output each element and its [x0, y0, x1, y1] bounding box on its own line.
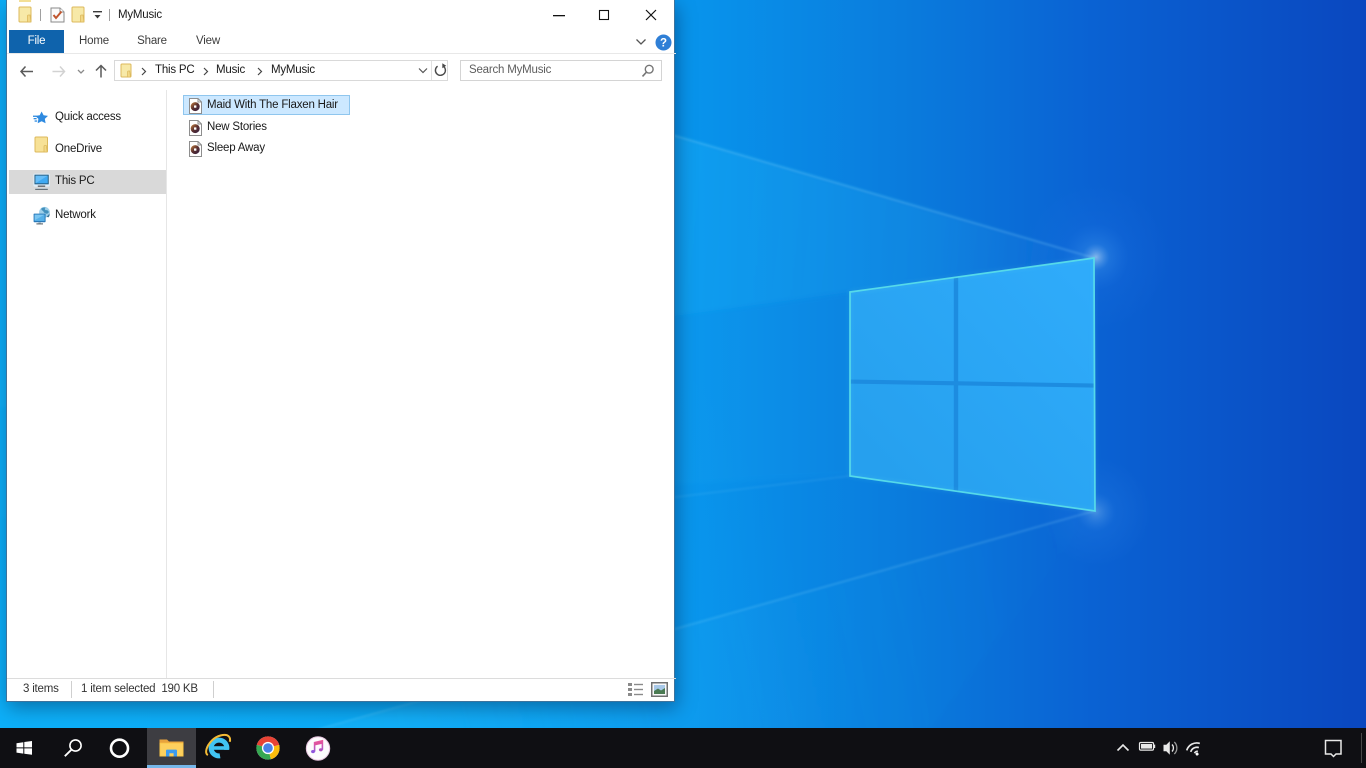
svg-text:?: ?: [660, 38, 667, 50]
